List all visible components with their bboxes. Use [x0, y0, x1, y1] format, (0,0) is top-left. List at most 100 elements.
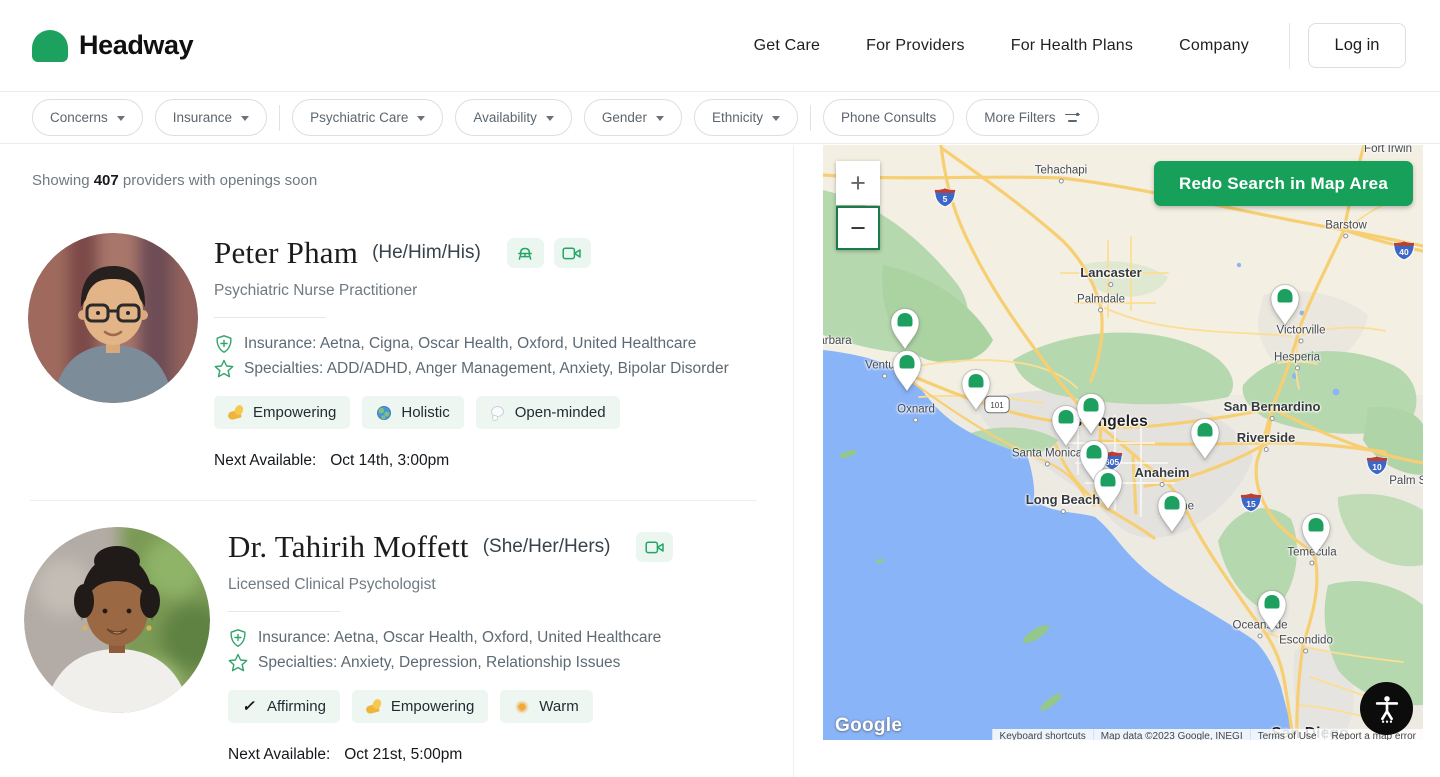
session-type-badges [636, 532, 673, 562]
chevron-down-icon [417, 116, 425, 121]
accessibility-button[interactable] [1360, 682, 1413, 735]
filter-phone-consults[interactable]: Phone Consults [823, 99, 954, 136]
trait-label: Warm [539, 698, 578, 715]
filter-label: Psychiatric Care [310, 110, 408, 125]
trait-badge: Warm [500, 690, 592, 723]
attribution-link[interactable]: Map data ©2023 Google, INEGI [1093, 729, 1250, 740]
provider-photo[interactable] [28, 233, 198, 403]
sliders-icon [1065, 111, 1081, 124]
filter-label: Concerns [50, 110, 108, 125]
attribution-link[interactable]: Terms of Use [1250, 729, 1324, 740]
divider [228, 611, 340, 612]
provider-card[interactable]: Peter Pham (He/Him/His) [0, 233, 793, 470]
filter-divider [279, 105, 280, 131]
nav-for-providers[interactable]: For Providers [866, 37, 965, 55]
card-divider [30, 500, 757, 501]
filter-label: More Filters [984, 110, 1055, 125]
accessibility-icon [1372, 694, 1402, 724]
trait-label: Holistic [401, 404, 449, 421]
filter-availability[interactable]: Availability [455, 99, 572, 136]
filter-more-filters[interactable]: More Filters [966, 99, 1098, 136]
insurance-row: Insurance: Aetna, Oscar Health, Oxford, … [228, 628, 673, 648]
chair-icon [516, 245, 534, 262]
provider-map-pin[interactable] [1091, 467, 1125, 516]
chevron-down-icon [546, 116, 554, 121]
provider-map-pin[interactable] [1074, 392, 1108, 441]
top-navigation: Headway Get Care For Providers For Healt… [0, 0, 1440, 92]
provider-photo-image [28, 233, 198, 403]
map-zoom-controls: + − [836, 161, 880, 250]
filter-concerns[interactable]: Concerns [32, 99, 143, 136]
filter-label: Insurance [173, 110, 232, 125]
trait-label: Empowering [253, 404, 336, 421]
shield-plus-icon [228, 628, 248, 648]
specialties-list: ADD/ADHD, Anger Management, Anxiety, Bip… [327, 360, 729, 377]
nav-for-health-plans[interactable]: For Health Plans [1011, 37, 1133, 55]
provider-map-pin[interactable] [890, 349, 924, 398]
provider-map-pin[interactable] [959, 368, 993, 417]
filter-psychiatric-care[interactable]: Psychiatric Care [292, 99, 443, 136]
provider-name[interactable]: Dr. Tahirih Moffett [228, 529, 469, 565]
chevron-down-icon [117, 116, 125, 121]
login-button[interactable]: Log in [1308, 23, 1406, 68]
map[interactable]: 5 5 40 40 [823, 145, 1423, 740]
trait-icon [514, 699, 530, 715]
trait-badge: Affirming [228, 690, 340, 723]
session-badge [507, 238, 544, 268]
provider-photo-image [24, 527, 210, 713]
map-attribution: Keyboard shortcuts Map data ©2023 Google… [992, 729, 1423, 740]
provider-card[interactable]: Dr. Tahirih Moffett (She/Her/Hers) [0, 527, 793, 764]
filter-ethnicity[interactable]: Ethnicity [694, 99, 798, 136]
session-type-badges [507, 238, 591, 268]
session-badge [636, 532, 673, 562]
provider-name[interactable]: Peter Pham [214, 235, 358, 271]
filter-label: Ethnicity [712, 110, 763, 125]
trait-badge: Empowering [214, 396, 350, 429]
session-badge [554, 238, 591, 268]
next-available-value: Oct 14th, 3:00pm [330, 452, 449, 470]
filter-divider [810, 105, 811, 131]
trait-icon [490, 405, 506, 421]
insurance-list: Aetna, Cigna, Oscar Health, Oxford, Unit… [320, 335, 697, 352]
next-available-row: Next Available: Oct 21st, 5:00pm [228, 746, 673, 764]
provider-photo[interactable] [24, 527, 210, 713]
filter-insurance[interactable]: Insurance [155, 99, 267, 136]
trait-icon [228, 405, 244, 421]
trait-label: Affirming [267, 698, 326, 715]
trait-label: Open-minded [515, 404, 606, 421]
shield-plus-icon [214, 334, 234, 354]
redo-search-button[interactable]: Redo Search in Map Area [1154, 161, 1413, 206]
provider-pronouns: (She/Her/Hers) [483, 536, 611, 558]
headway-logo[interactable]: Headway [32, 30, 193, 62]
zoom-in-button[interactable]: + [836, 161, 880, 205]
trait-icon [242, 699, 258, 715]
trait-icon [376, 405, 392, 421]
chevron-down-icon [656, 116, 664, 121]
provider-map-pin[interactable] [1299, 512, 1333, 561]
provider-title: Licensed Clinical Psychologist [228, 576, 673, 594]
trait-badge: Open-minded [476, 396, 620, 429]
filter-gender[interactable]: Gender [584, 99, 682, 136]
trait-badges: Affirming Empowering Warm [228, 690, 673, 723]
nav-divider [1289, 23, 1290, 69]
filter-bar: Concerns Insurance Psychiatric Care Avai… [0, 92, 1440, 144]
trait-badge: Holistic [362, 396, 463, 429]
provider-map-pin[interactable] [1255, 589, 1289, 638]
next-available-row: Next Available: Oct 14th, 3:00pm [214, 452, 729, 470]
headway-logo-icon [32, 30, 68, 62]
next-available-value: Oct 21st, 5:00pm [344, 746, 462, 764]
video-icon [562, 246, 582, 261]
nav-company[interactable]: Company [1179, 37, 1249, 55]
zoom-out-button[interactable]: − [836, 206, 880, 250]
provider-map-pin[interactable] [1188, 417, 1222, 466]
provider-title: Psychiatric Nurse Practitioner [214, 282, 729, 300]
provider-map-pin[interactable] [1268, 283, 1302, 332]
attribution-link[interactable]: Keyboard shortcuts [992, 729, 1093, 740]
provider-map-pin[interactable] [1155, 490, 1189, 539]
trait-icon [366, 699, 382, 715]
specialties-row: Specialties: Anxiety, Depression, Relati… [228, 653, 673, 673]
filter-label: Availability [473, 110, 537, 125]
results-count: Showing 407 providers with openings soon [0, 145, 793, 189]
filter-label: Gender [602, 110, 647, 125]
nav-get-care[interactable]: Get Care [754, 37, 821, 55]
